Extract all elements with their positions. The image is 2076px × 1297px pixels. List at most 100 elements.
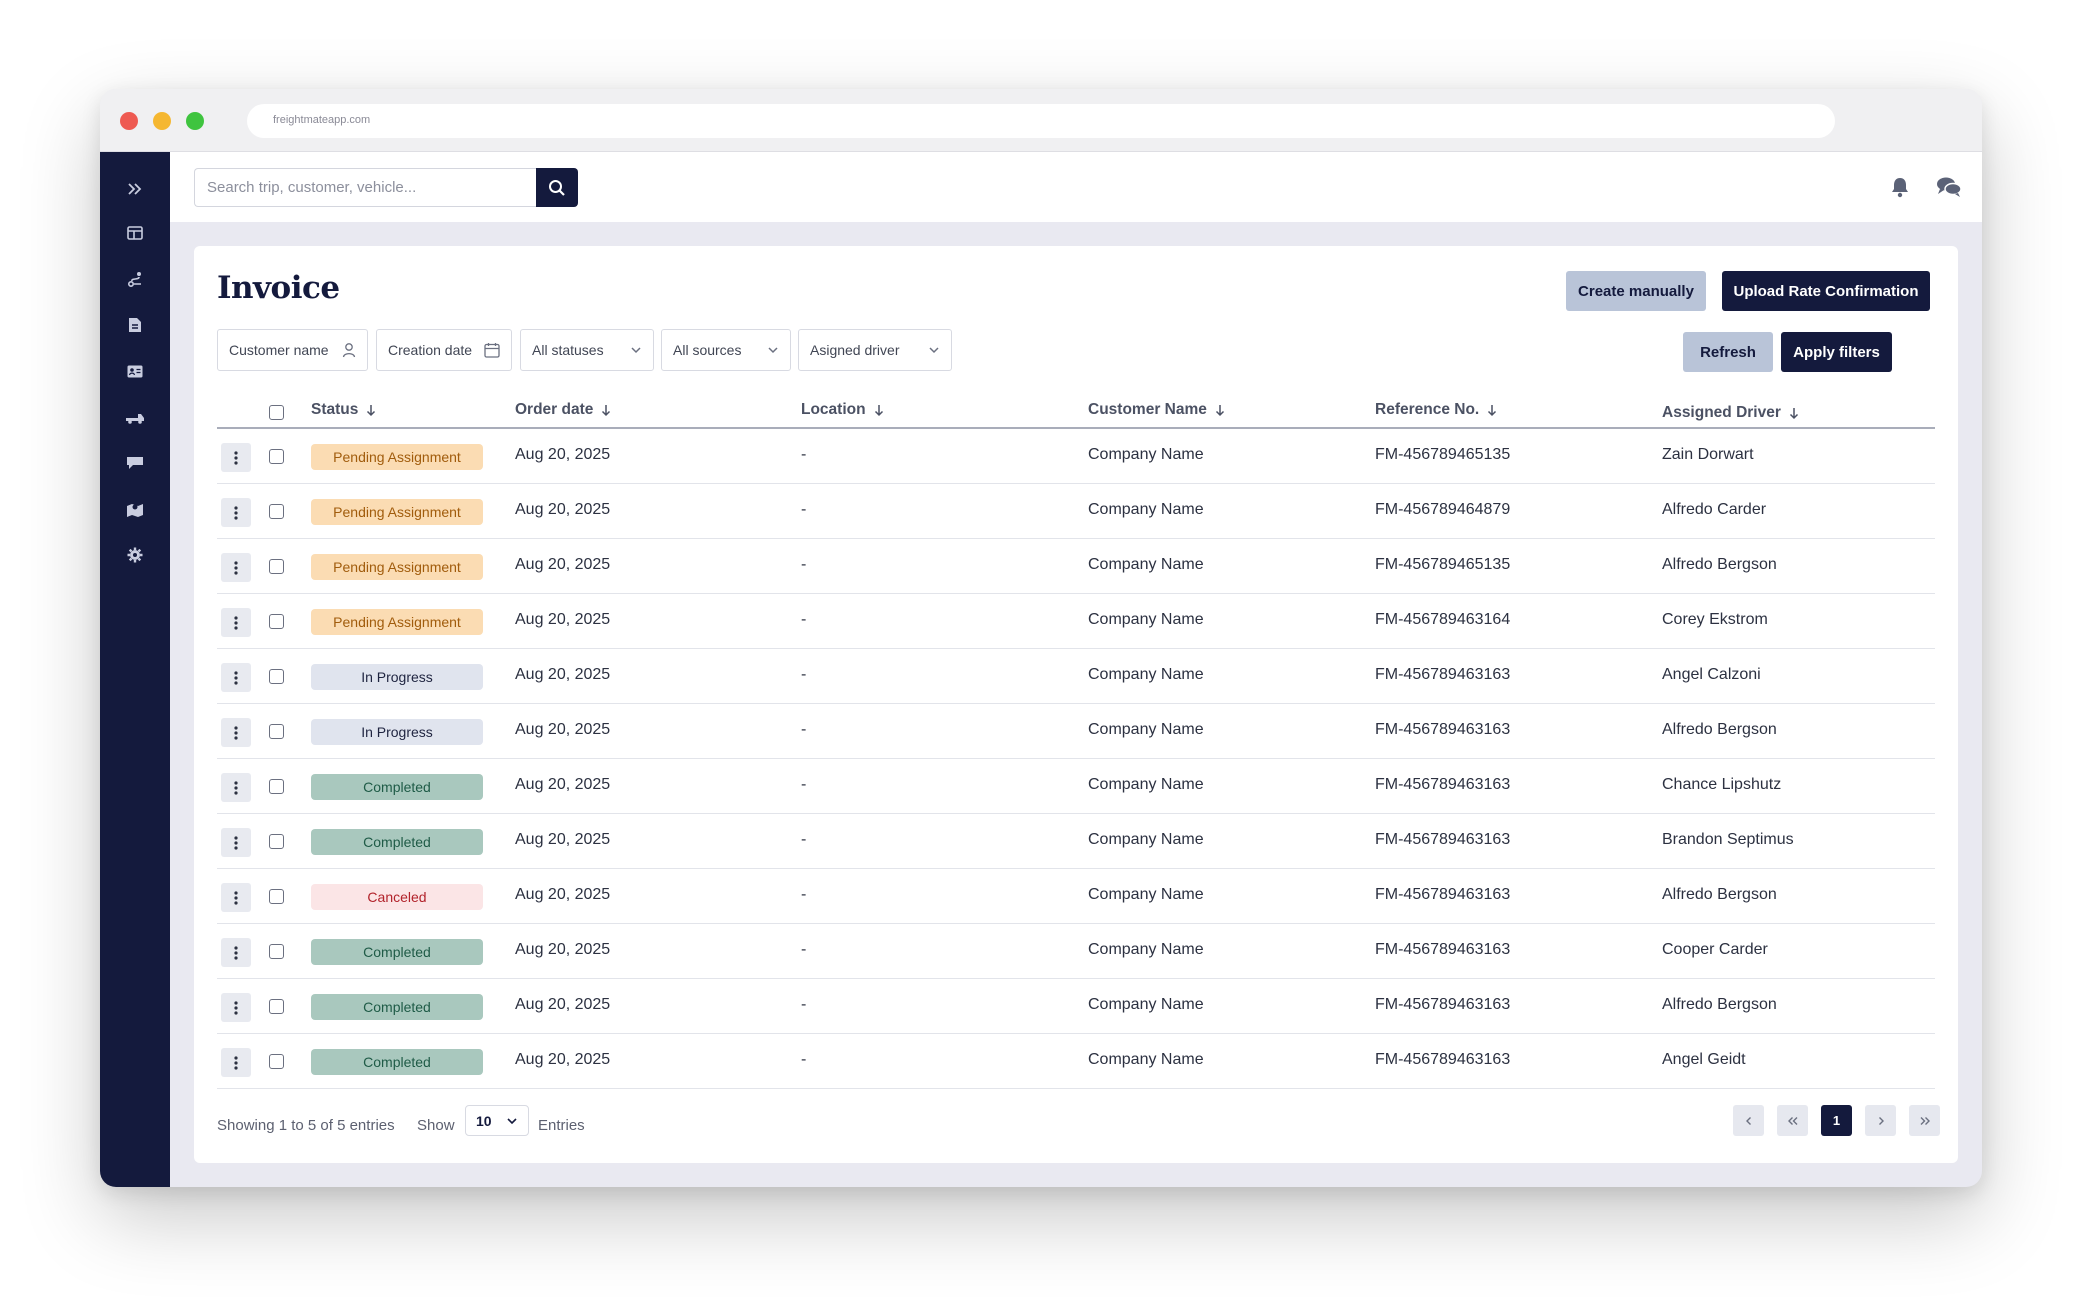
page-1-button[interactable]: 1 (1821, 1105, 1852, 1136)
reference-header-label: Reference No. (1375, 401, 1480, 418)
table-row[interactable]: In Progress Aug 20, 2025 - Company Name FM-4… (217, 704, 1935, 759)
search-input[interactable] (194, 168, 536, 207)
map-icon[interactable] (123, 497, 147, 521)
refresh-button[interactable]: Refresh (1683, 332, 1773, 372)
reference-column-header[interactable]: Reference No. (1375, 401, 1497, 419)
location-cell: - (801, 556, 807, 573)
creation-date-filter[interactable]: Creation date (376, 329, 512, 371)
customer-name-cell: Company Name (1088, 611, 1204, 628)
messages-icon[interactable] (123, 451, 147, 475)
create-manually-button[interactable]: Create manually (1566, 271, 1706, 311)
row-checkbox[interactable] (269, 834, 284, 849)
driver-column-header[interactable]: Assigned Driver (1662, 404, 1799, 422)
chat-button[interactable] (1936, 176, 1962, 203)
row-actions-button[interactable] (221, 663, 251, 692)
status-badge: Pending Assignment (311, 444, 483, 470)
row-checkbox[interactable] (269, 614, 284, 629)
row-actions-button[interactable] (221, 1048, 251, 1077)
location-cell: - (801, 611, 807, 628)
row-actions-button[interactable] (221, 443, 251, 472)
source-filter[interactable]: All sources (661, 329, 791, 371)
table-row[interactable]: In Progress Aug 20, 2025 - Company Name FM-4… (217, 649, 1935, 704)
row-checkbox[interactable] (269, 1054, 284, 1069)
table-row[interactable]: Canceled Aug 20, 2025 - Company Name FM-4567… (217, 869, 1935, 924)
invoice-icon[interactable] (123, 313, 147, 337)
row-checkbox[interactable] (269, 724, 284, 739)
table-row[interactable]: Completed Aug 20, 2025 - Company Name FM-456… (217, 979, 1935, 1034)
table-row[interactable]: Pending Assignment Aug 20, 2025 - Company N… (217, 539, 1935, 594)
order-date-cell: Aug 20, 2025 (515, 941, 611, 958)
search-button[interactable] (536, 168, 578, 207)
row-checkbox[interactable] (269, 559, 284, 574)
row-actions-button[interactable] (221, 553, 251, 582)
table-row[interactable]: Pending Assignment Aug 20, 2025 - Company N… (217, 429, 1935, 484)
row-actions-button[interactable] (221, 938, 251, 967)
location-column-header[interactable]: Location (801, 401, 884, 419)
table-row[interactable]: Completed Aug 20, 2025 - Company Name FM-456… (217, 759, 1935, 814)
sidebar (100, 152, 170, 1187)
notifications-button[interactable] (1890, 176, 1910, 203)
table-row[interactable]: Completed Aug 20, 2025 - Company Name FM-456… (217, 924, 1935, 979)
row-actions-button[interactable] (221, 718, 251, 747)
last-page-button[interactable] (1909, 1105, 1940, 1136)
row-checkbox[interactable] (269, 889, 284, 904)
previous-page-button[interactable] (1733, 1105, 1764, 1136)
more-vertical-icon (234, 505, 238, 520)
apply-filters-button[interactable]: Apply filters (1781, 332, 1892, 372)
truck-icon[interactable] (123, 405, 147, 429)
row-checkbox[interactable] (269, 999, 284, 1014)
address-bar[interactable]: freightmateapp.com (247, 104, 1835, 138)
driver-filter-label: Asigned driver (810, 342, 900, 358)
table-row[interactable]: Pending Assignment Aug 20, 2025 - Company N… (217, 484, 1935, 539)
page-size-value: 10 (476, 1112, 492, 1129)
trips-icon[interactable] (123, 267, 147, 291)
row-checkbox[interactable] (269, 779, 284, 794)
row-actions-button[interactable] (221, 608, 251, 637)
row-checkbox[interactable] (269, 944, 284, 959)
more-vertical-icon (234, 560, 238, 575)
reference-cell: FM-456789463163 (1375, 831, 1511, 848)
table-body: Pending Assignment Aug 20, 2025 - Company N… (217, 429, 1935, 1089)
reference-cell: FM-456789465135 (1375, 556, 1511, 573)
close-window-button[interactable] (120, 112, 138, 130)
order-date-cell: Aug 20, 2025 (515, 996, 611, 1013)
customer-name-filter[interactable]: Customer name (217, 329, 368, 371)
dashboard-icon[interactable] (123, 221, 147, 245)
reference-cell: FM-456789463163 (1375, 666, 1511, 683)
settings-icon[interactable] (123, 543, 147, 567)
reference-cell: FM-456789463163 (1375, 996, 1511, 1013)
next-page-button[interactable] (1865, 1105, 1896, 1136)
invoice-card: Invoice Create manually Upload Rate Conf… (194, 246, 1958, 1163)
minimize-window-button[interactable] (153, 112, 171, 130)
customer-name-column-header[interactable]: Customer Name (1088, 401, 1225, 419)
maximize-window-button[interactable] (186, 112, 204, 130)
table-row[interactable]: Pending Assignment Aug 20, 2025 - Company N… (217, 594, 1935, 649)
upload-rate-confirmation-button[interactable]: Upload Rate Confirmation (1722, 271, 1930, 311)
table-row[interactable]: Completed Aug 20, 2025 - Company Name FM-456… (217, 1034, 1935, 1089)
reference-cell: FM-456789463163 (1375, 941, 1511, 958)
id-card-icon[interactable] (123, 359, 147, 383)
order-date-column-header[interactable]: Order date (515, 401, 611, 419)
row-checkbox[interactable] (269, 449, 284, 464)
status-filter-label: All statuses (532, 342, 604, 358)
status-column-header[interactable]: Status (311, 401, 376, 419)
row-checkbox[interactable] (269, 669, 284, 684)
row-actions-button[interactable] (221, 828, 251, 857)
status-badge: Pending Assignment (311, 499, 483, 525)
row-actions-button[interactable] (221, 993, 251, 1022)
row-actions-button[interactable] (221, 883, 251, 912)
row-checkbox[interactable] (269, 504, 284, 519)
double-chevron-right-icon (1920, 1116, 1930, 1125)
chevron-left-icon (1745, 1116, 1751, 1125)
row-actions-button[interactable] (221, 773, 251, 802)
order-date-cell: Aug 20, 2025 (515, 721, 611, 738)
status-badge: In Progress (311, 719, 483, 745)
page-size-select[interactable]: 10 (465, 1105, 529, 1136)
status-filter[interactable]: All statuses (520, 329, 654, 371)
row-actions-button[interactable] (221, 498, 251, 527)
first-page-button[interactable] (1777, 1105, 1808, 1136)
select-all-checkbox[interactable] (269, 405, 284, 420)
driver-filter[interactable]: Asigned driver (798, 329, 952, 371)
table-row[interactable]: Completed Aug 20, 2025 - Company Name FM-456… (217, 814, 1935, 869)
expand-icon[interactable] (123, 177, 147, 201)
